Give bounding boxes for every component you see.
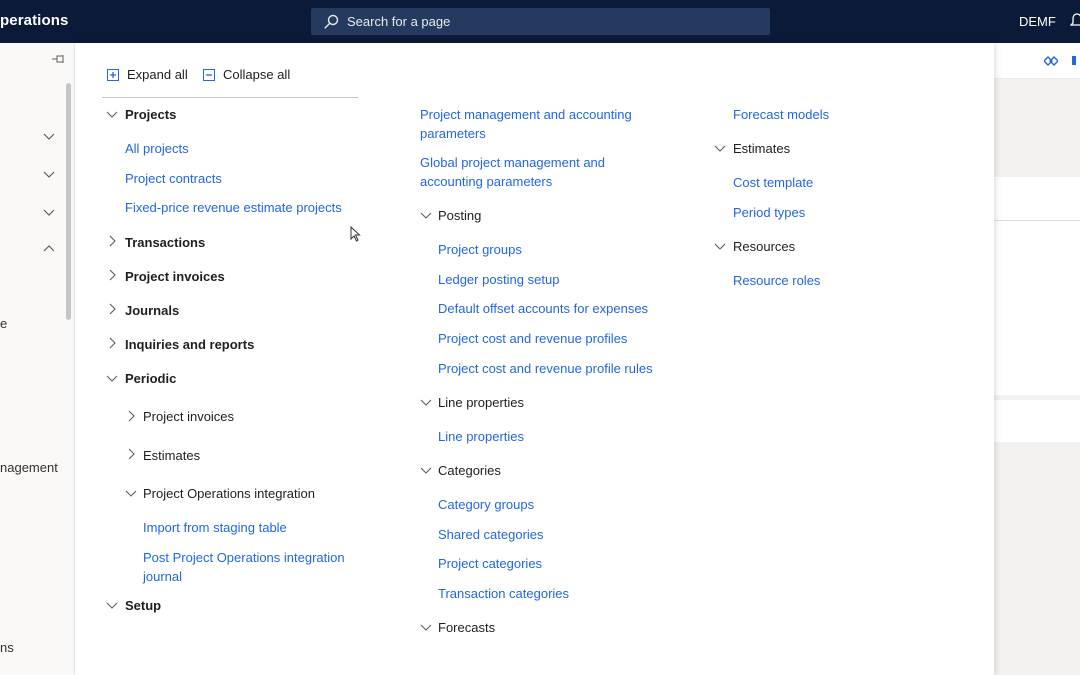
background-action-bar [994,43,1080,79]
link-period-types[interactable]: Period types [733,205,805,221]
chevron-down-icon[interactable] [125,487,137,499]
chevron-right-icon[interactable] [125,410,137,422]
chevron-down-icon[interactable] [420,621,432,633]
background-card [994,177,1080,395]
subgroup-line-properties[interactable]: Line properties [438,395,524,411]
bell-icon[interactable] [1070,13,1080,29]
link-project-groups[interactable]: Project groups [438,242,522,258]
chevron-down-icon[interactable] [420,396,432,408]
group-journals[interactable]: Journals [125,303,179,319]
chevron-down-icon[interactable] [43,206,55,218]
company-picker[interactable]: DEMF [1019,14,1056,29]
link-text-line: journal [143,569,183,584]
link-default-offset-accounts[interactable]: Default offset accounts for expenses [438,301,648,317]
toolbar-divider [102,97,358,98]
link-project-categories[interactable]: Project categories [438,556,542,572]
panel-icon[interactable] [1072,56,1076,65]
left-nav-pane: e nagement ns [0,43,75,675]
expand-all-button[interactable]: Expand all [107,67,188,82]
link-pma-parameters[interactable]: Project management and accounting parame… [420,107,632,142]
pin-icon[interactable] [52,54,66,64]
nav-label-fragment[interactable]: nagement [0,460,58,475]
chevron-down-icon[interactable] [106,599,118,611]
link-global-pma-parameters[interactable]: Global project management and accounting… [420,155,605,190]
subgroup-po-integration[interactable]: Project Operations integration [143,486,315,502]
chevron-down-icon[interactable] [106,372,118,384]
subgroup-periodic-project-invoices[interactable]: Project invoices [143,409,234,425]
link-post-po-integration-journal[interactable]: Post Project Operations integration jour… [143,550,345,585]
diamond-icon[interactable] [1044,55,1058,67]
top-bar: perations Search for a page DEMF [0,0,1080,43]
subgroup-periodic-estimates[interactable]: Estimates [143,448,200,464]
group-inquiries-reports[interactable]: Inquiries and reports [125,337,254,353]
chevron-down-icon[interactable] [106,108,118,120]
chevron-right-icon[interactable] [106,269,118,281]
link-category-groups[interactable]: Category groups [438,497,534,513]
link-cost-revenue-profile-rules[interactable]: Project cost and revenue profile rules [438,361,653,377]
modules-flyout-menu: Expand all Collapse all Projects All pro… [75,43,994,675]
collapse-all-icon [203,68,215,81]
link-text-line: parameters [420,126,486,141]
subgroup-estimates[interactable]: Estimates [733,141,790,157]
link-all-projects[interactable]: All projects [125,141,189,157]
background-page [994,43,1080,675]
chevron-down-icon[interactable] [43,168,55,180]
link-line-properties[interactable]: Line properties [438,429,524,445]
background-card [994,400,1080,442]
nav-label-fragment[interactable]: e [0,316,7,331]
link-text-line: Post Project Operations integration [143,550,345,565]
collapse-all-button[interactable]: Collapse all [203,67,290,82]
link-fixed-price-estimate-projects[interactable]: Fixed-price revenue estimate projects [125,200,342,216]
link-project-contracts[interactable]: Project contracts [125,171,222,187]
chevron-up-icon[interactable] [43,243,55,255]
expand-all-label: Expand all [127,67,188,82]
link-ledger-posting-setup[interactable]: Ledger posting setup [438,272,559,288]
nav-label-fragment[interactable]: ns [0,640,14,655]
group-project-invoices[interactable]: Project invoices [125,269,225,285]
link-text-line: accounting parameters [420,174,553,189]
app-title[interactable]: perations [0,12,68,29]
mouse-cursor-icon [350,226,361,242]
search-icon [324,14,339,29]
chevron-right-icon[interactable] [106,303,118,315]
link-transaction-categories[interactable]: Transaction categories [438,586,569,602]
link-cost-revenue-profiles[interactable]: Project cost and revenue profiles [438,331,627,347]
group-projects[interactable]: Projects [125,107,176,123]
chevron-right-icon[interactable] [106,337,118,349]
subgroup-posting[interactable]: Posting [438,208,481,224]
chevron-down-icon[interactable] [714,240,726,252]
expand-all-icon [107,68,119,81]
group-transactions[interactable]: Transactions [125,235,205,251]
chevron-down-icon[interactable] [420,209,432,221]
link-resource-roles[interactable]: Resource roles [733,273,820,289]
link-text-line: Global project management and [420,155,606,170]
chevron-down-icon[interactable] [714,142,726,154]
link-import-staging-table[interactable]: Import from staging table [143,520,287,536]
link-forecast-models[interactable]: Forecast models [733,107,829,123]
chevron-right-icon[interactable] [106,235,118,247]
chevron-down-icon[interactable] [43,130,55,142]
subgroup-resources[interactable]: Resources [733,239,795,255]
subgroup-categories[interactable]: Categories [438,463,501,479]
nav-scrollbar[interactable] [66,83,71,320]
link-cost-template[interactable]: Cost template [733,175,813,191]
search-placeholder: Search for a page [347,14,451,29]
collapse-all-label: Collapse all [223,67,291,82]
chevron-right-icon[interactable] [125,448,137,460]
link-text-line: Project management and accounting [420,107,632,122]
link-shared-categories[interactable]: Shared categories [438,527,544,543]
chevron-down-icon[interactable] [420,464,432,476]
search-box[interactable]: Search for a page [311,8,770,35]
group-periodic[interactable]: Periodic [125,371,176,387]
subgroup-forecasts[interactable]: Forecasts [438,620,495,636]
group-setup[interactable]: Setup [125,598,161,614]
